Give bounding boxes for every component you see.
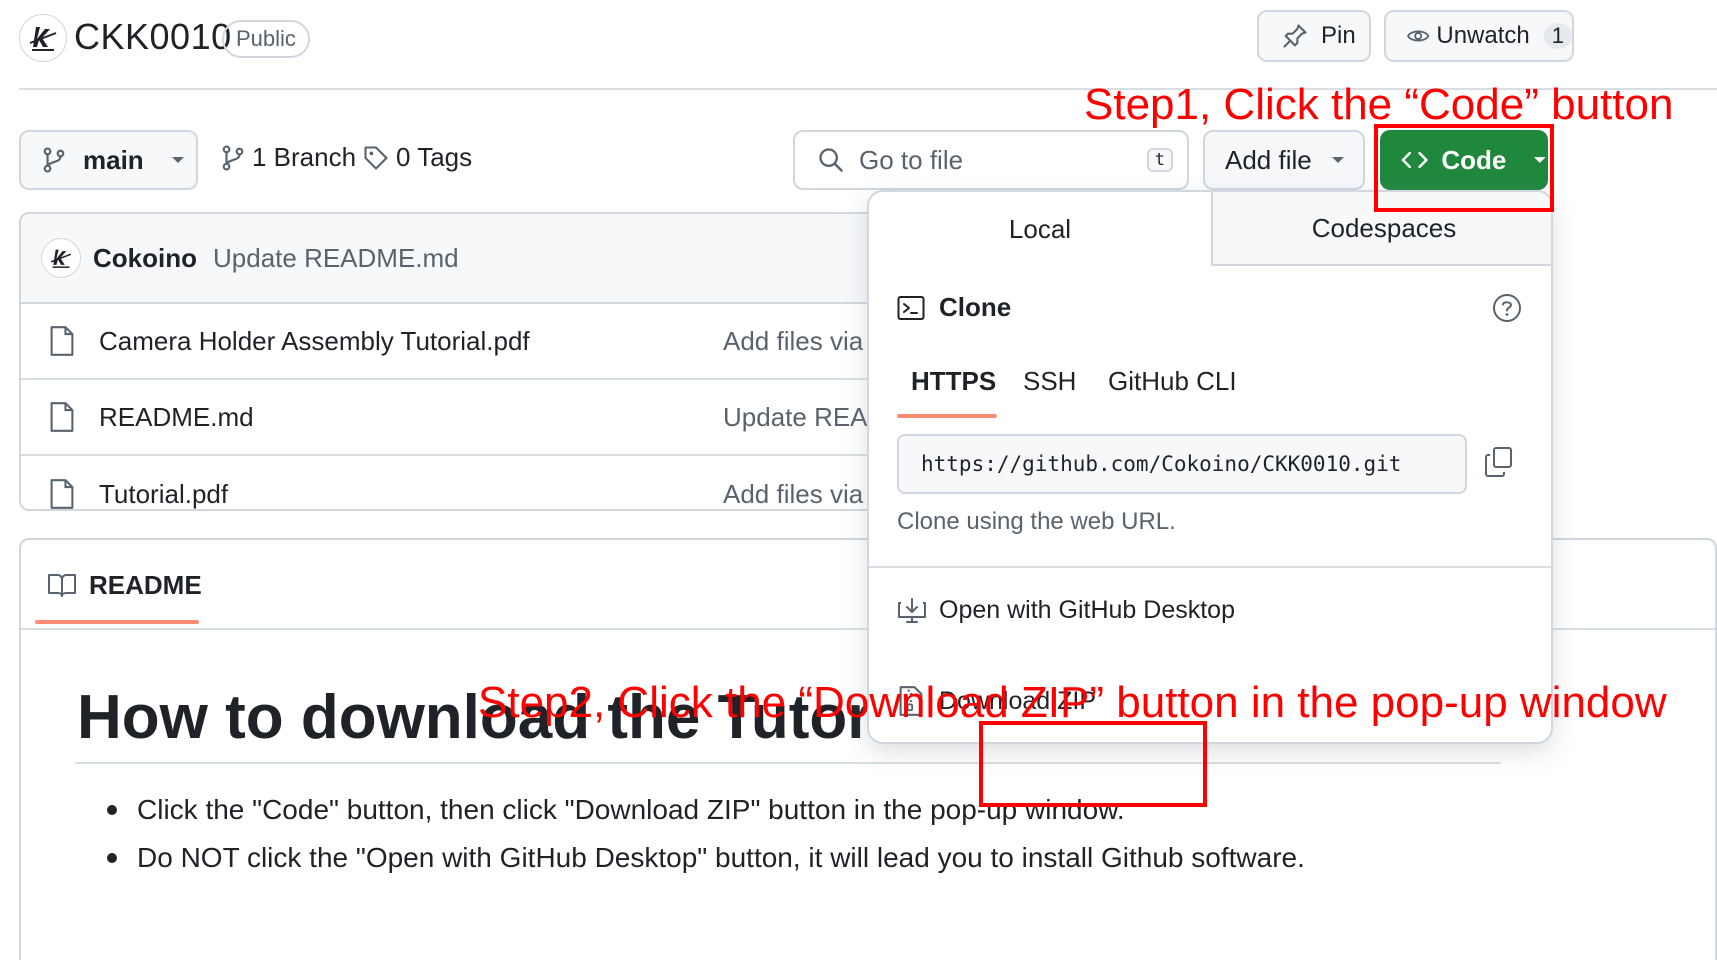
search-shortcut-key: t [1146,148,1173,172]
readme-tab[interactable]: README [47,540,202,630]
readme-bullet-text: Click the "Code" button, then click "Dow… [137,794,1125,825]
pin-label: Pin [1321,22,1356,49]
code-popup: Local Codespaces Clone HTTPS SSH GitHub … [867,190,1553,744]
step2-highlight-box [979,721,1207,807]
add-file-button[interactable]: Add file [1203,130,1365,190]
owner-avatar[interactable] [19,14,67,62]
file-name[interactable]: README.md [99,402,254,433]
readme-bullet-text: Do NOT click the "Open with GitHub Deskt… [137,842,1305,873]
cokoino-logo-icon [50,249,72,268]
file-icon [50,402,74,432]
file-row[interactable]: README.md Update README.md [21,380,897,456]
copy-icon[interactable] [1484,446,1514,478]
open-with-desktop-button[interactable]: Open with GitHub Desktop [897,596,1235,625]
clone-url-field[interactable]: https://github.com/Cokoino/CKK0010.git [897,434,1467,494]
subtab-ssh[interactable]: SSH [1023,366,1076,397]
branches-link[interactable]: 1 Branch [220,142,356,173]
commit-message[interactable]: Update README.md [213,243,459,274]
clone-title: Clone [939,292,1012,322]
readme-bullet: Do NOT click the "Open with GitHub Deskt… [107,842,1305,874]
chevron-down-icon [1331,157,1344,163]
step1-annotation: Step1, Click the “Code” button [1084,80,1674,129]
file-rows: Camera Holder Assembly Tutorial.pdf Add … [21,304,897,510]
branch-selector[interactable]: main [19,130,198,190]
readme-tab-underline [35,620,199,624]
eye-icon [1407,30,1430,42]
tab-local[interactable]: Local [869,192,1211,266]
bullet-dot [107,853,117,863]
tab-local-label: Local [1008,213,1072,244]
readme-bullet: Click the "Code" button, then click "Dow… [107,794,1125,826]
file-list: Cokoino Update README.md Camera Holder A… [19,212,899,511]
file-name[interactable]: Tutorial.pdf [99,479,228,510]
help-icon[interactable] [1492,293,1522,323]
cokoino-logo-icon [29,27,57,51]
subtab-https[interactable]: HTTPS [911,366,996,397]
desktop-download-icon [898,597,926,623]
readme-tab-label: README [89,569,202,600]
branch-icon [43,147,65,173]
pin-icon [1283,24,1307,48]
search-placeholder: Go to file [859,144,964,175]
pin-button[interactable]: Pin [1257,10,1371,62]
search-icon [819,148,843,172]
commit-author[interactable]: Cokoino [93,243,197,274]
file-icon [50,479,74,509]
latest-commit-bar: Cokoino Update README.md [21,214,897,304]
chevron-down-icon [171,157,184,163]
readme-heading-divider [75,762,1501,764]
unwatch-label: Unwatch [1436,22,1530,49]
commit-author-avatar[interactable] [41,238,81,278]
unwatch-button[interactable]: Unwatch 1 [1384,10,1574,62]
subtab-github-cli[interactable]: GitHub CLI [1108,366,1237,397]
tag-icon [364,145,388,170]
terminal-icon [897,295,925,320]
add-file-label: Add file [1225,144,1312,175]
file-name[interactable]: Camera Holder Assembly Tutorial.pdf [99,326,530,357]
tab-codespaces-label: Codespaces [1311,212,1457,243]
branches-count: 1 Branch [252,142,357,172]
tags-link[interactable]: 0 Tags [362,142,472,173]
bullet-dot [107,805,117,815]
go-to-file-search[interactable]: Go to file t [793,130,1189,190]
watch-count: 1 [1543,23,1572,49]
subtab-https-underline [897,414,997,418]
branch-icon [222,145,244,170]
clone-header: Clone [897,292,1011,323]
repo-name[interactable]: CKK0010 [74,16,232,58]
step1-highlight-box [1374,124,1554,212]
file-row[interactable]: Camera Holder Assembly Tutorial.pdf Add … [21,304,897,380]
visibility-badge: Public [222,20,310,58]
open-desktop-label: Open with GitHub Desktop [939,596,1235,624]
file-icon [50,326,74,356]
branch-name: main [83,144,144,175]
book-icon [48,574,76,597]
popup-divider [869,566,1551,568]
file-row[interactable]: Tutorial.pdf Add files via upload [21,456,897,510]
clone-hint: Clone using the web URL. [897,508,1176,535]
tags-count: 0 Tags [396,142,473,172]
